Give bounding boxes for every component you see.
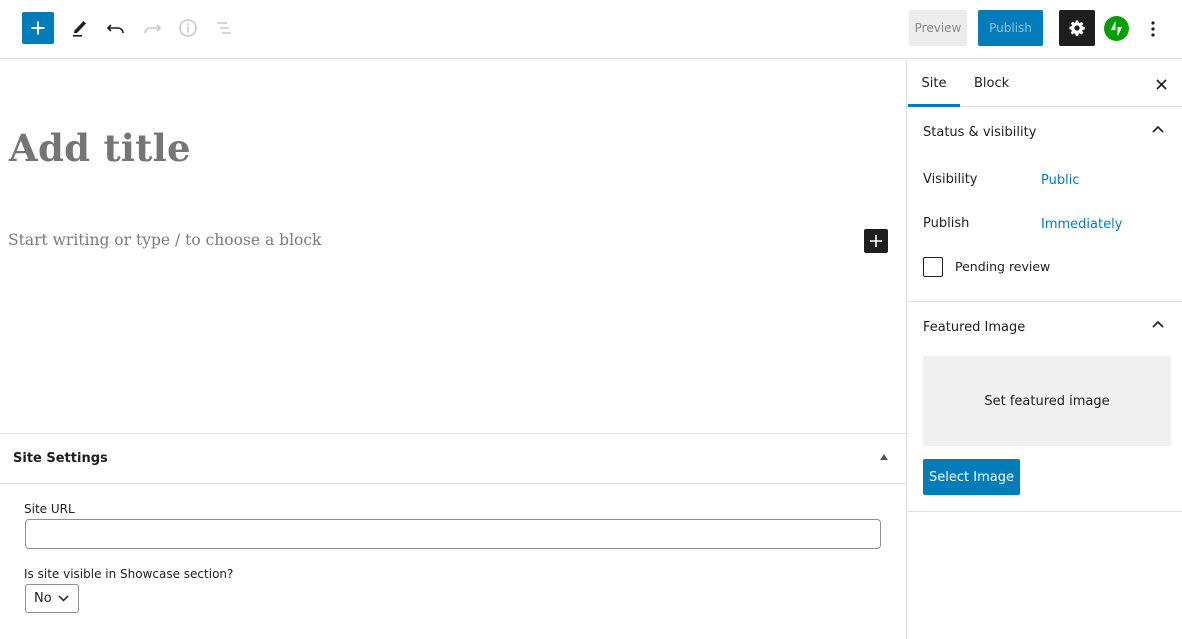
add-block-button[interactable] <box>864 229 888 253</box>
showcase-select-value: No <box>34 591 52 606</box>
site-url-input[interactable] <box>25 519 881 549</box>
undo-button[interactable] <box>100 12 132 44</box>
chevron-up-icon[interactable] <box>1152 125 1164 133</box>
site-url-label: Site URL <box>24 502 75 516</box>
plus-icon <box>870 235 882 247</box>
editor-header: Preview Publish <box>0 0 1182 59</box>
editor-canvas: Add title Start writing or type / to cho… <box>0 60 906 433</box>
redo-button[interactable] <box>136 12 168 44</box>
gear-icon <box>1069 20 1085 36</box>
details-button[interactable] <box>172 12 204 44</box>
publish-button[interactable]: Publish <box>978 10 1043 46</box>
more-vertical-icon <box>1151 20 1155 37</box>
collapse-triangle-icon[interactable] <box>880 454 888 460</box>
preview-button[interactable]: Preview <box>909 10 967 46</box>
jetpack-bolt-icon <box>1104 16 1129 41</box>
settings-sidebar: Site Block Status & visibility Visibilit… <box>906 60 1182 639</box>
close-icon <box>1155 78 1167 90</box>
edit-tool-button[interactable] <box>64 12 96 44</box>
visibility-label: Visibility <box>923 172 978 187</box>
jetpack-button[interactable] <box>1104 16 1129 41</box>
publish-date-link[interactable]: Immediately <box>1041 217 1122 232</box>
post-title-input[interactable]: Add title <box>9 126 191 170</box>
showcase-select[interactable]: No <box>25 584 79 613</box>
tab-block[interactable]: Block <box>974 60 1009 107</box>
tab-site[interactable]: Site <box>908 60 960 107</box>
settings-button[interactable] <box>1059 10 1095 46</box>
undo-icon <box>106 24 124 34</box>
featured-image-panel: Featured Image Set featured image Select… <box>907 302 1182 512</box>
site-settings-title: Site Settings <box>13 451 108 466</box>
chevron-down-icon <box>58 595 69 602</box>
plus-icon <box>31 21 45 35</box>
list-view-icon <box>217 22 231 34</box>
block-appender[interactable]: Start writing or type / to choose a bloc… <box>8 231 321 249</box>
sidebar-tabs: Site Block <box>907 60 1182 107</box>
redo-icon <box>144 24 162 34</box>
chevron-up-icon[interactable] <box>1152 320 1164 328</box>
select-image-button[interactable]: Select Image <box>923 459 1020 495</box>
status-visibility-panel: Status & visibility Visibility Public Pu… <box>907 107 1182 302</box>
pencil-icon <box>73 21 86 37</box>
info-icon <box>179 19 197 37</box>
pending-review-label[interactable]: Pending review <box>955 259 1050 274</box>
more-options-button[interactable] <box>1143 16 1163 41</box>
pending-review-checkbox[interactable] <box>923 257 943 277</box>
site-settings-header[interactable]: Site Settings <box>0 434 906 484</box>
site-settings-metabox: Site Settings Site URL Is site visible i… <box>0 433 906 639</box>
featured-image-toggle[interactable]: Featured Image <box>923 320 1025 335</box>
block-inserter-button[interactable] <box>22 12 54 44</box>
showcase-label: Is site visible in Showcase section? <box>24 567 234 581</box>
visibility-link[interactable]: Public <box>1041 173 1079 188</box>
set-featured-image-button[interactable]: Set featured image <box>923 356 1171 446</box>
publish-label: Publish <box>923 216 970 231</box>
list-view-button[interactable] <box>208 12 240 44</box>
status-visibility-toggle[interactable]: Status & visibility <box>923 125 1036 140</box>
close-sidebar-button[interactable] <box>1151 74 1171 94</box>
